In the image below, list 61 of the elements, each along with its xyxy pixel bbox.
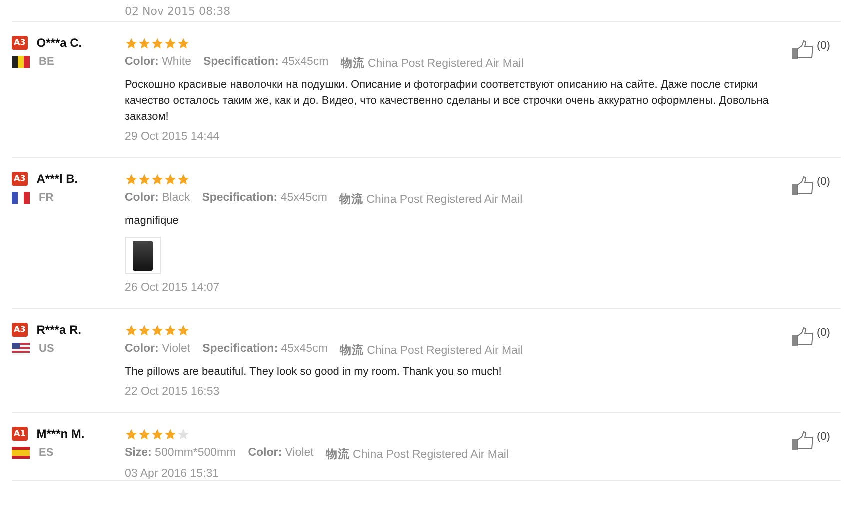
review-text: The pillows are beautiful. They look so good in my room. Thank you so much! (125, 365, 503, 380)
thumbs-up-icon[interactable] (791, 327, 815, 347)
order-attribute: Specification: 45x45cm (202, 343, 328, 357)
review-date: 03 Apr 2016 15:31 (125, 468, 220, 480)
review-date: 22 Oct 2015 16:53 (125, 386, 221, 398)
thumbs-up-icon[interactable] (791, 40, 815, 60)
order-attribute: 物流 China Post Registered Air Mail (339, 192, 523, 207)
reviewer-name: A***l B. (36, 172, 78, 186)
star-icon (138, 428, 151, 440)
country-code: FR (39, 192, 54, 204)
like-count: (0) (817, 431, 830, 443)
star-icon (164, 324, 177, 336)
star-icon (125, 428, 138, 440)
order-attribute: Specification: 45x45cm (203, 56, 329, 70)
star-icon (164, 428, 177, 440)
order-attribute: Color: Violet (125, 343, 191, 357)
like-count: (0) (817, 176, 830, 188)
star-icon (125, 36, 138, 50)
star-icon (125, 324, 138, 336)
reviewer-name: R***a R. (36, 323, 82, 337)
reviewer-name: M***n M. (36, 427, 85, 441)
order-attribute: Size: 500mm*500mm (125, 447, 236, 461)
review-text: magnifique (125, 214, 180, 229)
star-icon (138, 36, 151, 50)
star-icon (138, 172, 151, 186)
order-attribute: Color: Violet (248, 447, 314, 461)
star-icon (151, 324, 164, 336)
thumbs-up-icon[interactable] (791, 176, 815, 196)
star-icon (177, 324, 190, 336)
star-icon (177, 36, 190, 50)
star-icon (151, 172, 164, 186)
order-attribute: Specification: 45x45cm (202, 192, 328, 206)
country-code: BE (39, 56, 54, 68)
order-attribute: Color: White (125, 56, 192, 70)
review-text: Роскошно красивые наволочки на подушки. Описание и фотографии соответствуют описанию на сайте. Даже после стирки качество осталось таким же, как и до. Видео, что качественно сделаны и все строчки очень аккуратно оформлены. Довольна заказом! (125, 78, 770, 125)
review-date: 26 Oct 2015 14:07 (125, 282, 221, 294)
review-date: 02 Nov 2015 08:38 (125, 5, 231, 18)
order-attribute: Color: Black (125, 192, 190, 206)
thumbs-up-icon[interactable] (791, 431, 815, 451)
star-icon (125, 172, 138, 186)
country-code: US (39, 343, 54, 355)
level-badge: A3 (12, 323, 28, 337)
level-badge: A3 (12, 36, 28, 50)
review-date: 29 Oct 2015 14:44 (125, 131, 221, 143)
order-attribute: 物流 China Post Registered Air Mail (326, 447, 510, 462)
level-badge: A1 (12, 427, 28, 441)
order-attribute: 物流 China Post Registered Air Mail (340, 56, 524, 71)
reviewer-name: O***a C. (36, 36, 82, 50)
photo-thumbnail[interactable] (125, 237, 161, 274)
star-icon (164, 36, 177, 50)
star-icon (177, 428, 190, 440)
star-icon (151, 428, 164, 440)
level-badge: A3 (12, 172, 28, 186)
like-count: (0) (817, 327, 830, 339)
country-code: ES (39, 447, 54, 459)
star-icon (138, 324, 151, 336)
like-count: (0) (817, 40, 830, 52)
star-icon (151, 36, 164, 50)
order-attribute: 物流 China Post Registered Air Mail (340, 343, 524, 358)
star-icon (177, 172, 190, 186)
star-icon (164, 172, 177, 186)
